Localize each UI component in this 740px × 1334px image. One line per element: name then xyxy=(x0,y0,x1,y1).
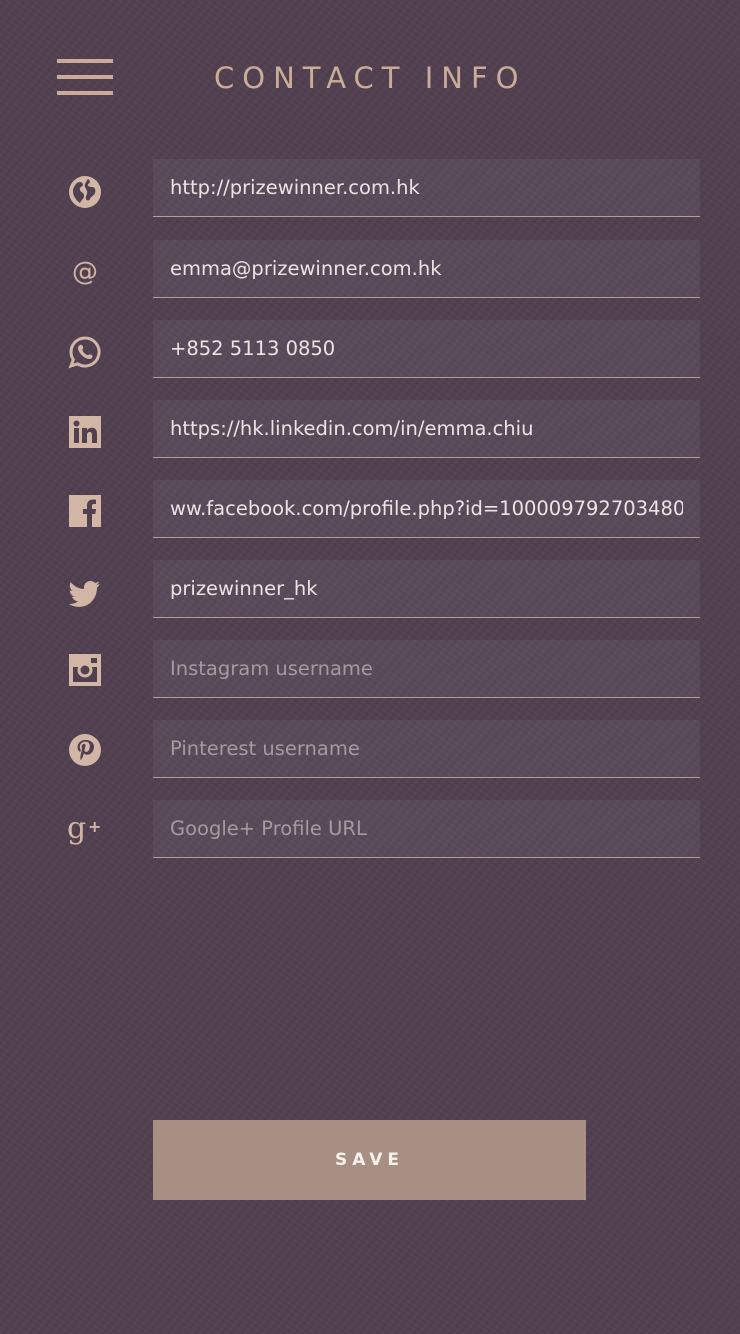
pinterest-field[interactable] xyxy=(153,720,700,778)
at-sign-icon: @ xyxy=(68,255,102,289)
facebook-icon xyxy=(68,494,102,528)
twitter-field[interactable] xyxy=(153,560,700,618)
whatsapp-icon xyxy=(68,335,102,369)
twitter-icon xyxy=(68,576,102,610)
instagram-input[interactable] xyxy=(153,640,700,697)
linkedin-input[interactable] xyxy=(153,400,700,457)
svg-text:g: g xyxy=(67,812,86,846)
twitter-input[interactable] xyxy=(153,560,700,617)
svg-text:+: + xyxy=(88,817,101,836)
whatsapp-field[interactable] xyxy=(153,320,700,378)
linkedin-icon xyxy=(68,415,102,449)
google-plus-field[interactable] xyxy=(153,800,700,858)
linkedin-field[interactable] xyxy=(153,400,700,458)
svg-text:@: @ xyxy=(72,257,98,287)
website-input[interactable] xyxy=(153,159,700,216)
pinterest-icon xyxy=(68,733,102,767)
instagram-field[interactable] xyxy=(153,640,700,698)
google-plus-input[interactable] xyxy=(153,800,700,857)
google-plus-icon: g + xyxy=(66,812,104,846)
save-button[interactable]: SAVE xyxy=(153,1120,586,1200)
menu-line xyxy=(57,75,113,79)
website-field[interactable] xyxy=(153,159,700,217)
globe-icon xyxy=(68,175,102,209)
hamburger-menu-icon[interactable] xyxy=(57,59,113,95)
pinterest-input[interactable] xyxy=(153,720,700,777)
facebook-input[interactable] xyxy=(153,480,700,537)
facebook-field[interactable] xyxy=(153,480,700,538)
page-title: CONTACT INFO xyxy=(214,61,527,95)
email-input[interactable] xyxy=(153,240,700,297)
menu-line xyxy=(57,59,113,63)
email-field[interactable] xyxy=(153,240,700,298)
whatsapp-input[interactable] xyxy=(153,320,700,377)
instagram-icon xyxy=(68,653,102,687)
menu-line xyxy=(57,91,113,95)
